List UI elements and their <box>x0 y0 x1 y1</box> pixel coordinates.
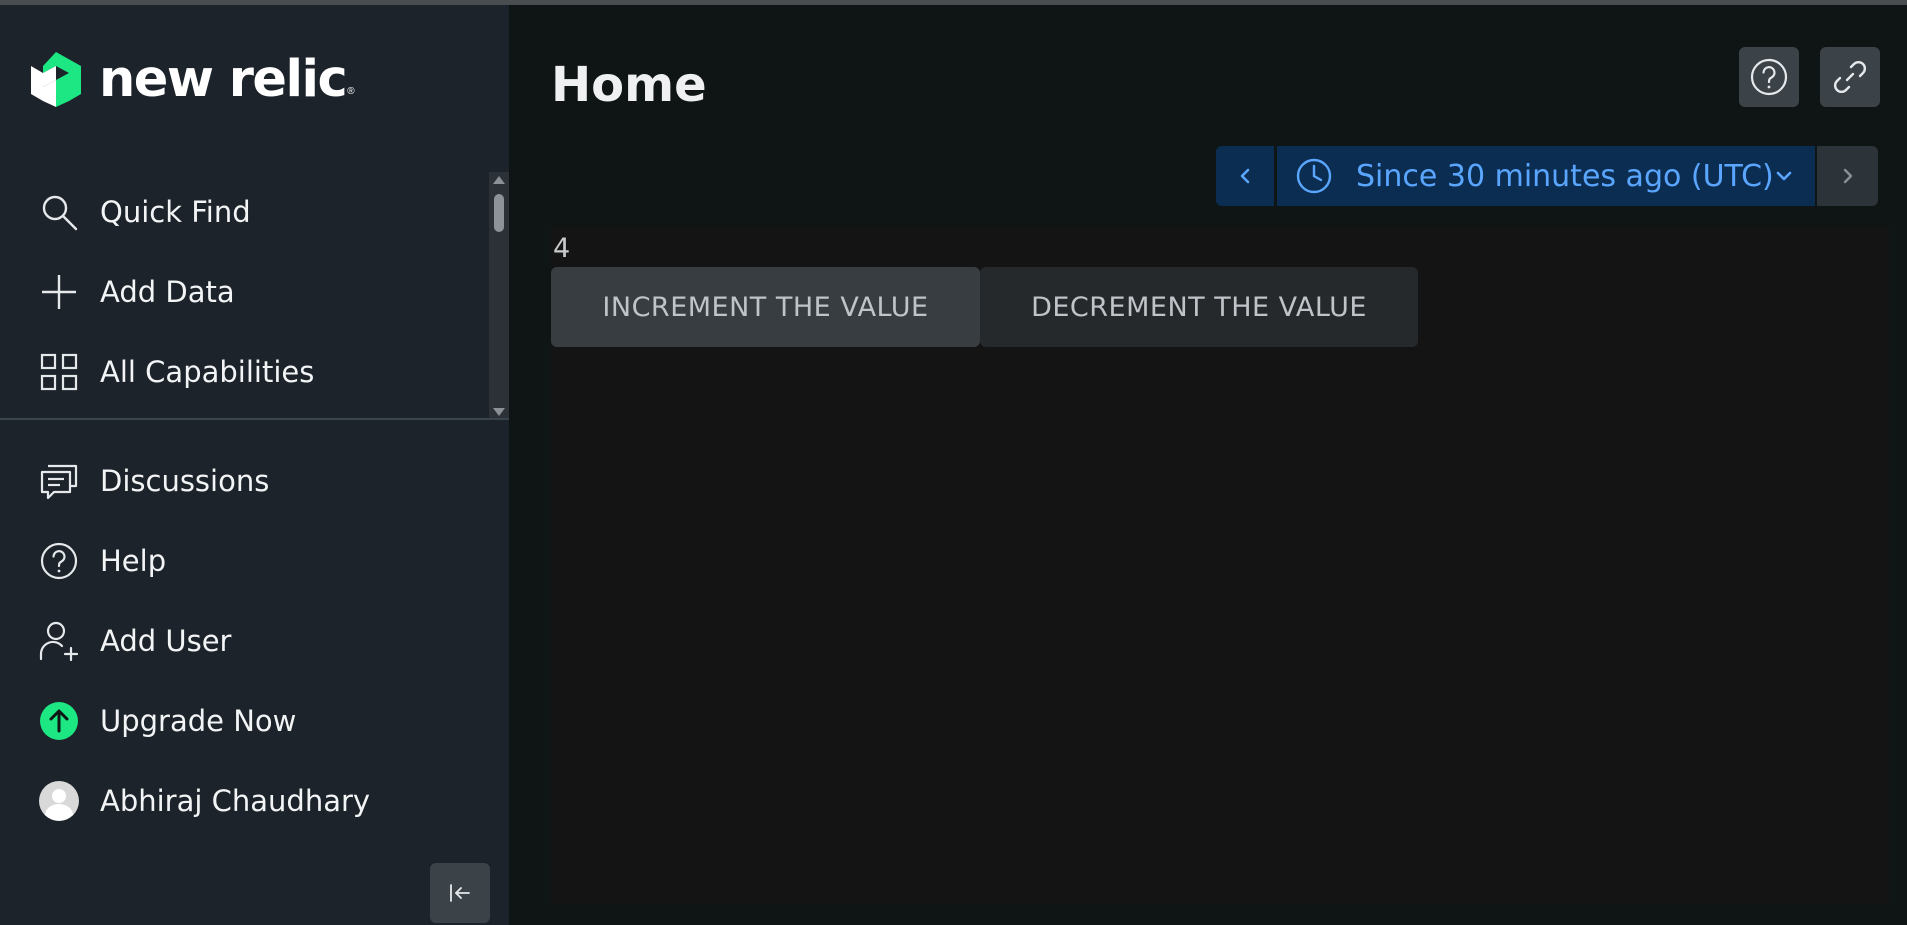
avatar <box>38 780 80 822</box>
upgrade-arrow-icon <box>38 700 80 742</box>
sidebar-item-user-profile[interactable]: Abhiraj Chaudhary <box>0 771 480 831</box>
copy-link-button[interactable] <box>1820 47 1880 107</box>
scroll-up-arrow-icon[interactable] <box>493 176 505 184</box>
sidebar-item-add-data[interactable]: Add Data <box>0 262 480 322</box>
time-next-button[interactable] <box>1817 146 1878 206</box>
sidebar-item-label: Add User <box>100 624 232 658</box>
sidebar-item-add-user[interactable]: Add User <box>0 611 480 671</box>
sidebar-item-help[interactable]: Help <box>0 531 480 591</box>
plus-icon <box>38 271 80 313</box>
collapse-left-icon <box>450 884 470 902</box>
sidebar-item-upgrade-now[interactable]: Upgrade Now <box>0 691 480 751</box>
decrement-button[interactable]: DECREMENT THE VALUE <box>980 267 1418 347</box>
sidebar-item-label: Help <box>100 544 167 578</box>
chevron-left-icon <box>1240 168 1250 184</box>
sidebar-item-label: Abhiraj Chaudhary <box>100 784 371 818</box>
counter-panel: 4 INCREMENT THE VALUE DECREMENT THE VALU… <box>551 227 1889 904</box>
help-circle-icon <box>1750 58 1788 96</box>
sidebar-item-label: Discussions <box>100 464 270 498</box>
sidebar-scrollbar[interactable] <box>489 172 509 420</box>
sidebar-primary-nav: Quick Find Add Data All Capabilities <box>0 172 489 418</box>
time-picker: Since 30 minutes ago (UTC) <box>1216 146 1878 206</box>
time-range-label: Since 30 minutes ago (UTC) <box>1356 158 1774 194</box>
sidebar-item-discussions[interactable]: Discussions <box>0 451 480 511</box>
grid-icon <box>38 351 80 393</box>
help-button[interactable] <box>1739 47 1799 107</box>
add-user-icon <box>38 620 80 662</box>
help-circle-icon <box>38 540 80 582</box>
page-title: Home <box>551 57 707 113</box>
registered-mark: ® <box>347 86 355 97</box>
sidebar-item-all-capabilities[interactable]: All Capabilities <box>0 342 480 402</box>
sidebar-item-label: Add Data <box>100 275 235 309</box>
brand-name: new relic <box>99 49 348 109</box>
collapse-sidebar-button[interactable] <box>430 863 490 923</box>
search-icon <box>38 191 80 233</box>
time-previous-button[interactable] <box>1216 146 1274 206</box>
sidebar: new relic ® Quick Find Add Data All Capa… <box>0 5 509 925</box>
chat-icon <box>38 460 80 502</box>
sidebar-divider <box>0 418 509 420</box>
clock-icon <box>1296 158 1332 194</box>
counter-value: 4 <box>553 233 571 264</box>
new-relic-logo[interactable]: new relic ® <box>29 47 355 111</box>
sidebar-item-quick-find[interactable]: Quick Find <box>0 182 480 242</box>
sidebar-item-label: Upgrade Now <box>100 704 297 738</box>
increment-button[interactable]: INCREMENT THE VALUE <box>551 267 980 347</box>
link-icon <box>1834 61 1866 93</box>
time-range-dropdown[interactable]: Since 30 minutes ago (UTC) <box>1277 146 1815 206</box>
sidebar-item-label: Quick Find <box>100 195 251 229</box>
chevron-right-icon <box>1843 168 1852 184</box>
scroll-down-arrow-icon[interactable] <box>493 408 505 416</box>
new-relic-logo-icon <box>31 52 81 107</box>
chevron-down-icon <box>1776 171 1792 181</box>
scrollbar-thumb[interactable] <box>494 194 504 232</box>
sidebar-item-label: All Capabilities <box>100 355 315 389</box>
main-content: Home Since 30 minutes ago (UTC) 4 INCREM… <box>509 5 1907 925</box>
